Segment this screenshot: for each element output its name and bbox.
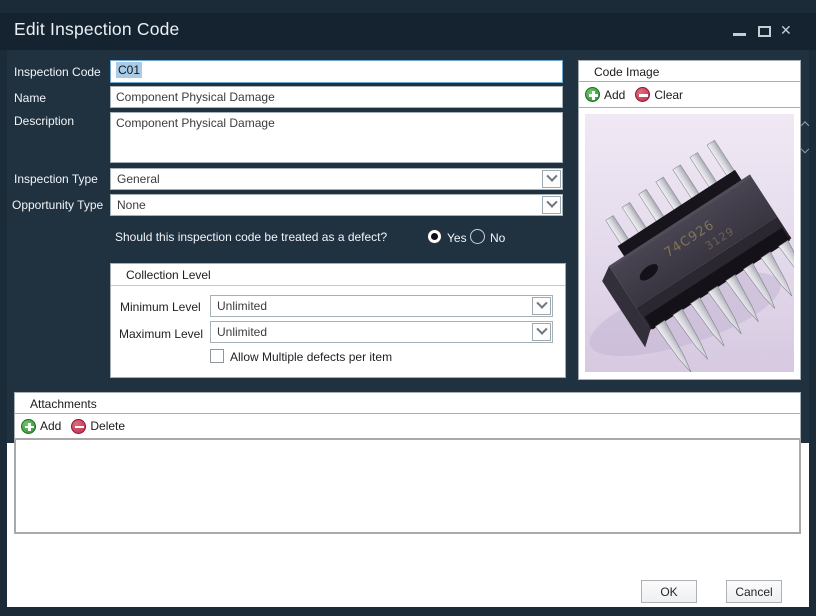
maximum-level-value: Unlimited: [217, 325, 267, 339]
inspection-code-label: Inspection Code: [14, 65, 101, 79]
close-icon[interactable]: ✕: [780, 22, 792, 39]
clear-button-label: Clear: [654, 88, 683, 102]
code-image-photo: 74C926 3129: [585, 114, 794, 372]
code-image-add-button[interactable]: Add: [585, 87, 625, 102]
attachments-delete-button[interactable]: Delete: [71, 419, 125, 434]
maximize-icon[interactable]: [758, 26, 771, 37]
description-text: Component Physical Damage: [116, 116, 275, 130]
cancel-button[interactable]: Cancel: [726, 580, 782, 603]
name-label: Name: [14, 91, 46, 105]
allow-multiple-defects-label: Allow Multiple defects per item: [230, 350, 392, 364]
attachments-add-button[interactable]: Add: [21, 419, 61, 434]
defect-no-label: No: [490, 231, 505, 245]
code-image-header: Code Image: [578, 60, 801, 82]
attachments-list[interactable]: [14, 438, 801, 534]
clear-icon: [635, 87, 650, 102]
inspection-type-select[interactable]: General: [110, 168, 563, 190]
selected-text: C01: [116, 62, 142, 78]
add-icon: [21, 419, 36, 434]
ok-button[interactable]: OK: [641, 580, 697, 603]
defect-no-radio[interactable]: [470, 229, 485, 244]
inspection-type-dropdown-button[interactable]: [542, 170, 561, 188]
attachments-header: Attachments: [14, 392, 801, 414]
add-button-label: Add: [40, 419, 61, 433]
chevron-down-icon: [546, 171, 557, 182]
maximum-level-label: Maximum Level: [119, 327, 203, 341]
opportunity-type-label: Opportunity Type: [12, 198, 103, 212]
collection-level-title: Collection Level: [126, 268, 211, 282]
dialog-title: Edit Inspection Code: [14, 19, 180, 40]
chevron-down-icon: [536, 324, 547, 335]
code-image-title: Code Image: [594, 65, 659, 79]
maximum-level-select[interactable]: Unlimited: [210, 321, 553, 343]
chevron-down-icon: [536, 298, 547, 309]
allow-multiple-defects-checkbox[interactable]: [210, 349, 224, 363]
code-image-clear-button[interactable]: Clear: [635, 87, 683, 102]
code-image-toolbar: Add Clear: [578, 81, 801, 108]
minimum-level-label: Minimum Level: [120, 300, 201, 314]
attachments-toolbar: Add Delete: [14, 413, 801, 439]
add-button-label: Add: [604, 88, 625, 102]
name-input[interactable]: Component Physical Damage: [110, 86, 563, 108]
minimum-level-select[interactable]: Unlimited: [210, 295, 553, 317]
radio-selected-dot: [431, 233, 438, 240]
minimize-icon[interactable]: [733, 33, 746, 36]
attachments-title: Attachments: [30, 397, 97, 411]
delete-button-label: Delete: [90, 419, 125, 433]
add-icon: [585, 87, 600, 102]
minimum-level-value: Unlimited: [217, 299, 267, 313]
inspection-type-value: General: [117, 172, 160, 186]
opportunity-type-select[interactable]: None: [110, 194, 563, 216]
chevron-down-icon: [546, 197, 557, 208]
edit-inspection-code-dialog: Edit Inspection Code ✕ Inspection Code N…: [0, 0, 816, 616]
delete-icon: [71, 419, 86, 434]
opportunity-type-dropdown-button[interactable]: [542, 196, 561, 214]
defect-yes-label: Yes: [447, 231, 467, 245]
opportunity-type-value: None: [117, 198, 146, 212]
description-label: Description: [14, 114, 74, 128]
defect-yes-radio[interactable]: [427, 229, 442, 244]
inspection-type-label: Inspection Type: [14, 172, 98, 186]
collection-level-header: Collection Level: [111, 264, 565, 286]
defect-question-label: Should this inspection code be treated a…: [115, 230, 387, 244]
minimum-level-dropdown-button[interactable]: [532, 297, 551, 315]
maximum-level-dropdown-button[interactable]: [532, 323, 551, 341]
inspection-code-input[interactable]: C01: [110, 60, 563, 83]
description-textarea[interactable]: Component Physical Damage: [110, 112, 563, 163]
